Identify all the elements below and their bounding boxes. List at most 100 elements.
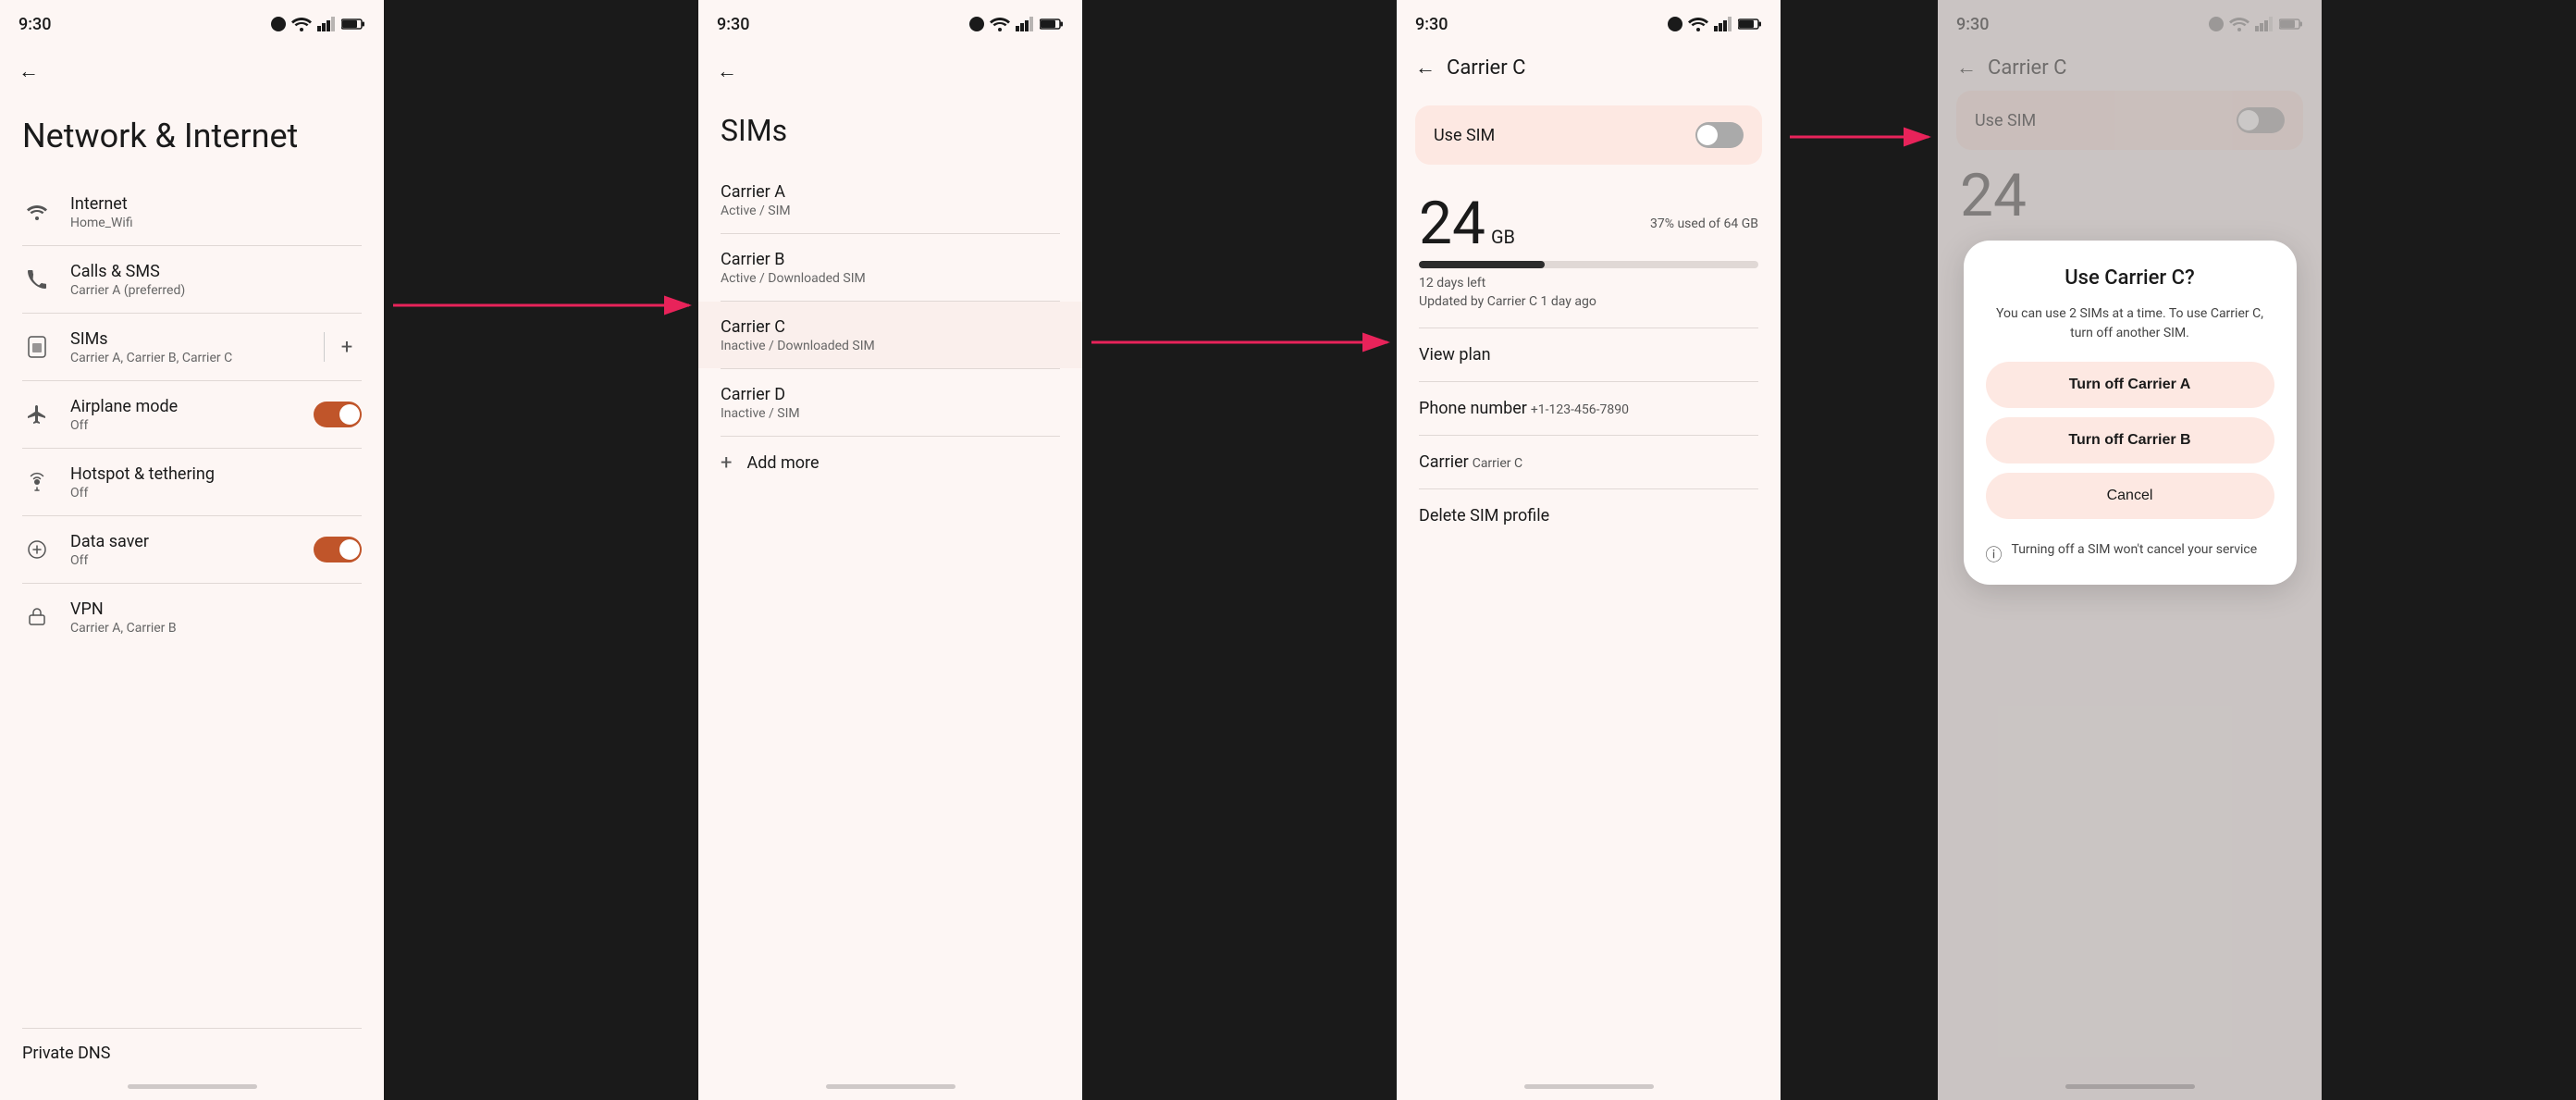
settings-item-internet[interactable]: Internet Home_Wifi	[0, 179, 384, 245]
back-header-3: ← Carrier C	[1397, 44, 1781, 91]
time-3: 9:30	[1415, 15, 1448, 34]
camera-dot-3	[1668, 17, 1682, 31]
status-bar-1: 9:30	[0, 0, 384, 44]
item-sublabel-sims: Carrier A, Carrier B, Carrier C	[70, 351, 305, 365]
item-label-hotspot: Hotspot & tethering	[70, 464, 362, 484]
detail-label-phone: Phone number	[1419, 399, 1527, 418]
battery-icon-1	[341, 18, 365, 31]
time-2: 9:30	[717, 15, 749, 34]
page-title-sims: SIMs	[698, 98, 1082, 167]
sim-item-carrier-c[interactable]: Carrier C Inactive / Downloaded SIM	[698, 302, 1082, 368]
item-text-hotspot: Hotspot & tethering Off	[70, 464, 362, 501]
item-sublabel-hotspot: Off	[70, 486, 362, 501]
item-label-datasaver: Data saver	[70, 532, 295, 551]
status-icons-3	[1668, 17, 1762, 31]
divider-2	[1082, 0, 1397, 1100]
sim-item-carrier-a[interactable]: Carrier A Active / SIM	[698, 167, 1082, 233]
dialog-use-carrier-c: Use Carrier C? You can use 2 SIMs at a t…	[1964, 241, 2297, 585]
sim-status-a: Active / SIM	[721, 204, 1060, 218]
back-btn-1[interactable]: ←	[0, 44, 384, 98]
camera-dot-1	[271, 17, 286, 31]
datasaver-icon	[22, 535, 52, 564]
sim-item-carrier-b[interactable]: Carrier B Active / Downloaded SIM	[698, 234, 1082, 301]
private-dns-label[interactable]: Private DNS	[22, 1044, 110, 1063]
detail-phone-number[interactable]: Phone number +1-123-456-7890	[1397, 382, 1781, 435]
sim-status-b: Active / Downloaded SIM	[721, 271, 1060, 286]
back-arrow-1: ←	[18, 59, 39, 83]
settings-item-airplane[interactable]: Airplane mode Off	[0, 381, 384, 448]
sim-item-carrier-d[interactable]: Carrier D Inactive / SIM	[698, 369, 1082, 436]
airplane-toggle-thumb	[339, 404, 360, 425]
item-text-calls: Calls & SMS Carrier A (preferred)	[70, 262, 362, 298]
datasaver-toggle[interactable]	[314, 537, 362, 562]
sim-name-a: Carrier A	[721, 182, 1060, 202]
item-text-datasaver: Data saver Off	[70, 532, 295, 568]
item-text-airplane: Airplane mode Off	[70, 397, 295, 433]
vpn-icon	[22, 602, 52, 632]
detail-view-plan[interactable]: View plan	[1397, 328, 1781, 381]
add-more-label: Add more	[746, 453, 819, 473]
screen-sims: 9:30	[698, 0, 1082, 1100]
item-sublabel-internet: Home_Wifi	[70, 216, 362, 230]
settings-item-vpn[interactable]: VPN Carrier A, Carrier B	[0, 584, 384, 650]
data-header-row: 24 GB 37% used of 64 GB	[1419, 194, 1758, 253]
detail-label-carrier: Carrier	[1419, 452, 1469, 472]
data-section: 24 GB 37% used of 64 GB 12 days left Upd…	[1397, 179, 1781, 316]
turn-off-carrier-a-button[interactable]: Turn off Carrier A	[1986, 362, 2274, 408]
data-days-left: 12 days left	[1419, 276, 1758, 290]
vertical-divider	[324, 332, 325, 362]
time-1: 9:30	[18, 15, 51, 34]
wifi-icon-1	[291, 17, 312, 31]
screen-carrier-c: 9:30	[1397, 0, 1781, 1100]
signal-icon-2	[1016, 17, 1034, 31]
data-percent: 37% used of 64 GB	[1650, 216, 1758, 231]
dialog-note: ⓘ Turning off a SIM won't cancel your se…	[1986, 530, 2274, 566]
detail-label-viewplan: View plan	[1419, 345, 1491, 365]
arrow-3	[1781, 0, 1938, 1100]
signal-icon-1	[317, 17, 336, 31]
battery-icon-3	[1738, 18, 1762, 31]
settings-list: Internet Home_Wifi Calls & SMS Carrier A…	[0, 179, 384, 650]
camera-dot-2	[969, 17, 984, 31]
sim-name-c: Carrier C	[721, 317, 1060, 337]
dialog-title: Use Carrier C?	[1986, 266, 2274, 290]
bottom-bar-4	[2065, 1084, 2195, 1089]
data-progress-fill	[1419, 261, 1545, 268]
settings-item-hotspot[interactable]: Hotspot & tethering Off	[0, 449, 384, 515]
back-arrow-3[interactable]: ←	[1415, 56, 1436, 80]
status-icons-1	[271, 17, 365, 31]
item-label-vpn: VPN	[70, 599, 362, 619]
use-sim-toggle[interactable]	[1695, 122, 1744, 148]
cancel-button[interactable]: Cancel	[1986, 473, 2274, 519]
status-icons-2	[969, 17, 1064, 31]
back-btn-2[interactable]: ←	[698, 44, 1082, 98]
use-sim-label: Use SIM	[1434, 126, 1495, 145]
divider-3	[1781, 0, 1938, 1100]
item-label-airplane: Airplane mode	[70, 397, 295, 416]
item-text-vpn: VPN Carrier A, Carrier B	[70, 599, 362, 636]
screen-dialog: 9:30	[1938, 0, 2322, 1100]
settings-item-datasaver[interactable]: Data saver Off	[0, 516, 384, 583]
sim-icon	[22, 332, 52, 362]
dialog-overlay: Use Carrier C? You can use 2 SIMs at a t…	[1938, 0, 2322, 1100]
detail-carrier[interactable]: Carrier Carrier C	[1397, 436, 1781, 488]
add-more-button[interactable]: + Add more	[698, 437, 1082, 489]
wifi-icon	[22, 197, 52, 227]
item-label-calls: Calls & SMS	[70, 262, 362, 281]
add-sim-button[interactable]: +	[332, 332, 362, 362]
item-sublabel-calls: Carrier A (preferred)	[70, 283, 362, 298]
data-updated: Updated by Carrier C 1 day ago	[1419, 294, 1758, 309]
battery-icon-2	[1040, 18, 1064, 31]
status-bar-2: 9:30	[698, 0, 1082, 44]
item-text-sims: SIMs Carrier A, Carrier B, Carrier C	[70, 329, 305, 365]
turn-off-carrier-b-button[interactable]: Turn off Carrier B	[1986, 417, 2274, 463]
settings-item-sims[interactable]: SIMs Carrier A, Carrier B, Carrier C +	[0, 314, 384, 380]
airplane-toggle[interactable]	[314, 402, 362, 427]
item-label-sims: SIMs	[70, 329, 305, 349]
status-bar-3: 9:30	[1397, 0, 1781, 44]
item-sublabel-datasaver: Off	[70, 553, 295, 568]
bottom-bar-2	[826, 1084, 955, 1089]
divider-1	[384, 0, 698, 1100]
settings-item-calls[interactable]: Calls & SMS Carrier A (preferred)	[0, 246, 384, 313]
detail-delete-sim[interactable]: Delete SIM profile	[1397, 489, 1781, 542]
